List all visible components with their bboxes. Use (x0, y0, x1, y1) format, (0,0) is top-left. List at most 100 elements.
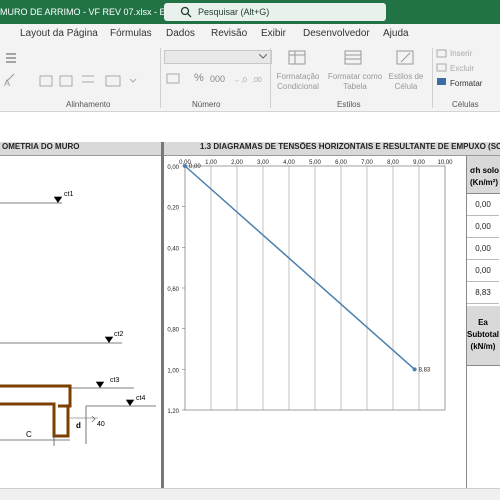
ct4-marker (126, 400, 134, 406)
stress-header-line2: (Kn/m²) (470, 178, 498, 187)
y-tick-label: 0,80 (167, 328, 179, 334)
x-tick-label: 6,00 (335, 160, 347, 166)
stress-table: σh solo (Kn/m²) 0,00 0,00 0,00 0,00 8,83… (466, 156, 500, 490)
ribbon-tabs: Layout da Página Fórmulas Dados Revisão … (0, 24, 500, 44)
tab-formulas[interactable]: Fórmulas (110, 28, 152, 39)
table-cell[interactable]: 0,00 (467, 194, 499, 216)
y-tick-label: 0,00 (167, 165, 179, 171)
title-bar: MURO DE ARRIMO - VF REV 07.xlsx - Excel … (0, 0, 500, 24)
svg-text:←,0: ←,0 (234, 77, 247, 84)
x-tick-label: 2,00 (231, 160, 243, 166)
merge-center-icon[interactable] (6, 53, 16, 63)
ct3-label: ct3 (110, 377, 119, 384)
pressure-diagram-chart: 0,00 1,00 2,00 3,00 4,00 5,00 6,00 7,00 8,00 9,00… (167, 160, 453, 415)
search-icon (180, 6, 192, 18)
table-cell[interactable]: 0,00 (467, 238, 499, 260)
ribbon: A Alinhamento % 000 ←,0 ,00 Número Format… (0, 44, 500, 112)
data-point (183, 164, 187, 168)
currency-icon[interactable] (166, 72, 182, 86)
stress-table-header: σh solo (Kn/m²) (467, 156, 500, 194)
dimension-c-label: C (26, 430, 32, 439)
tab-review[interactable]: Revisão (211, 28, 247, 39)
y-tick-label: 0,60 (167, 287, 179, 293)
svg-text:,00: ,00 (252, 77, 262, 84)
wall-geometry-drawing: ct1 ct2 ct3 ct4 C d 40 (0, 191, 156, 446)
wall-base-outline (0, 402, 70, 438)
conditional-formatting-button[interactable]: Formatação Condicional (272, 72, 324, 92)
group-label-cells: Células (452, 100, 479, 109)
x-tick-label: 5,00 (309, 160, 321, 166)
y-tick-label: 0,40 (167, 246, 179, 252)
dimension-40-label: 40 (97, 421, 105, 428)
dimension-d-label: d (76, 421, 81, 430)
subtotal-line3: (kN/m) (470, 342, 496, 351)
orientation-icon[interactable]: A (4, 73, 15, 88)
x-tick-label: 4,00 (283, 160, 295, 166)
format-button[interactable]: Formatar (450, 79, 482, 88)
table-cell[interactable]: 0,00 (467, 260, 499, 282)
table-cell[interactable]: 8,83 (467, 282, 499, 304)
indent-decrease-icon[interactable] (39, 75, 53, 87)
tab-data[interactable]: Dados (166, 28, 195, 39)
search-box[interactable]: Pesquisar (Alt+G) (164, 3, 386, 21)
stress-header-line1: σh solo (470, 166, 500, 175)
ct1-marker (54, 197, 62, 203)
ribbon-separator (270, 48, 271, 108)
worksheet[interactable]: OMETRIA DO MURO 1.3 DIAGRAMAS DE TENSÕES… (0, 112, 500, 490)
data-point (412, 367, 417, 372)
insert-button[interactable]: Inserir (450, 49, 472, 58)
x-tick-label: 10,00 (437, 160, 453, 166)
window-title: MURO DE ARRIMO - VF REV 07.xlsx - Excel (0, 7, 182, 17)
svg-text:A: A (4, 78, 10, 88)
x-tick-label: 1,00 (205, 160, 217, 166)
format-as-table-button[interactable]: Formatar como Tabela (326, 72, 384, 92)
subtotal-line1: Ea (478, 318, 488, 327)
table-cell[interactable]: 0,00 (467, 216, 499, 238)
group-label-number: Número (192, 100, 221, 109)
ct2-label: ct2 (114, 331, 123, 338)
ct1-label: ct1 (64, 191, 73, 198)
y-tick-label: 0,20 (167, 206, 179, 212)
ct2-marker (105, 337, 113, 343)
cells-icons (436, 49, 447, 85)
merge-cells-icon[interactable] (105, 75, 137, 87)
group-label-styles: Estilos (337, 100, 361, 109)
diagram-header: 1.3 DIAGRAMAS DE TENSÕES HORIZONTAIS E R… (164, 142, 500, 156)
tab-help[interactable]: Ajuda (383, 28, 409, 39)
series-line (184, 165, 416, 370)
status-bar (0, 488, 500, 500)
ribbon-separator (160, 48, 161, 108)
thousands-button[interactable]: 000 (210, 74, 225, 84)
cell-styles-button[interactable]: Estilos de Célula (384, 72, 428, 92)
wrap-text-icon[interactable] (82, 75, 94, 83)
y-tick-label: 1,00 (167, 368, 179, 374)
search-placeholder: Pesquisar (Alt+G) (198, 7, 270, 17)
ct3-marker (96, 382, 104, 388)
tab-page-layout[interactable]: Layout da Página (20, 28, 98, 39)
chevron-down-icon (259, 54, 267, 59)
x-tick-label: 3,00 (257, 160, 269, 166)
geometry-header: OMETRIA DO MURO (0, 142, 162, 156)
percent-button[interactable]: % (194, 72, 204, 84)
decimal-icons[interactable]: ←,0 ,00 (234, 72, 270, 86)
ct4-label: ct4 (136, 395, 145, 402)
cell-styles-icon (396, 50, 414, 65)
x-tick-label: 9,00 (413, 160, 425, 166)
alignment-controls: A (4, 53, 137, 88)
data-label: 0,00 (189, 164, 201, 170)
number-format-dropdown[interactable] (164, 50, 272, 64)
tab-developer[interactable]: Desenvolvedor (303, 28, 370, 39)
sheet-top-spacer (0, 112, 500, 142)
x-tick-label: 8,00 (387, 160, 399, 166)
data-label: 8,83 (419, 367, 431, 373)
delete-button[interactable]: Excluir (450, 64, 474, 73)
conditional-formatting-icon (288, 50, 306, 65)
x-tick-label: 7,00 (361, 160, 373, 166)
tab-view[interactable]: Exibir (261, 28, 286, 39)
subtotal-header: Ea Subtotal (kN/m) (467, 306, 500, 366)
ribbon-separator (432, 48, 433, 108)
indent-increase-icon[interactable] (59, 75, 73, 87)
y-tick-label: 1,20 (167, 409, 179, 415)
group-label-alignment: Alinhamento (66, 100, 111, 109)
format-as-table-icon (344, 50, 362, 65)
